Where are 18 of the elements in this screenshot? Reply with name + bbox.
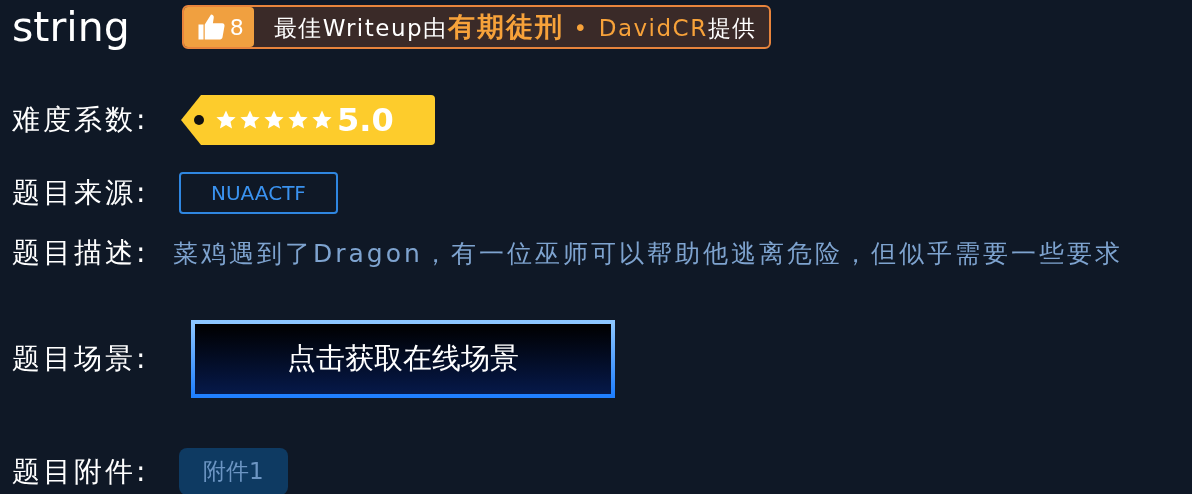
field-label: 难度系数: bbox=[12, 102, 150, 138]
get-scene-button[interactable]: 点击获取在线场景 bbox=[191, 320, 615, 398]
description-text: 菜鸡遇到了Dragon，有一位巫师可以帮助他逃离危险，但似乎需要一些要求 bbox=[173, 237, 1123, 270]
attachment-button[interactable]: 附件1 bbox=[179, 448, 288, 494]
field-label: 题目场景: bbox=[12, 341, 150, 377]
source-tag[interactable]: NUAACTF bbox=[179, 172, 338, 214]
star-icon bbox=[263, 109, 285, 131]
field-label: 题目来源: bbox=[12, 175, 150, 211]
field-label: 题目附件: bbox=[12, 453, 150, 490]
difficulty-rating: 5.0 bbox=[337, 101, 394, 139]
star-icon bbox=[311, 109, 333, 131]
writeup-badge[interactable]: 8 最佳Writeup由有期徒刑 • DavidCR提供 bbox=[181, 5, 771, 49]
challenge-title: string bbox=[12, 6, 130, 48]
star-icon bbox=[215, 109, 237, 131]
writeup-credit: 最佳Writeup由有期徒刑 • DavidCR提供 bbox=[272, 10, 758, 44]
field-label: 题目描述: bbox=[12, 235, 150, 271]
star-icon bbox=[239, 109, 261, 131]
star-icon bbox=[287, 109, 309, 131]
